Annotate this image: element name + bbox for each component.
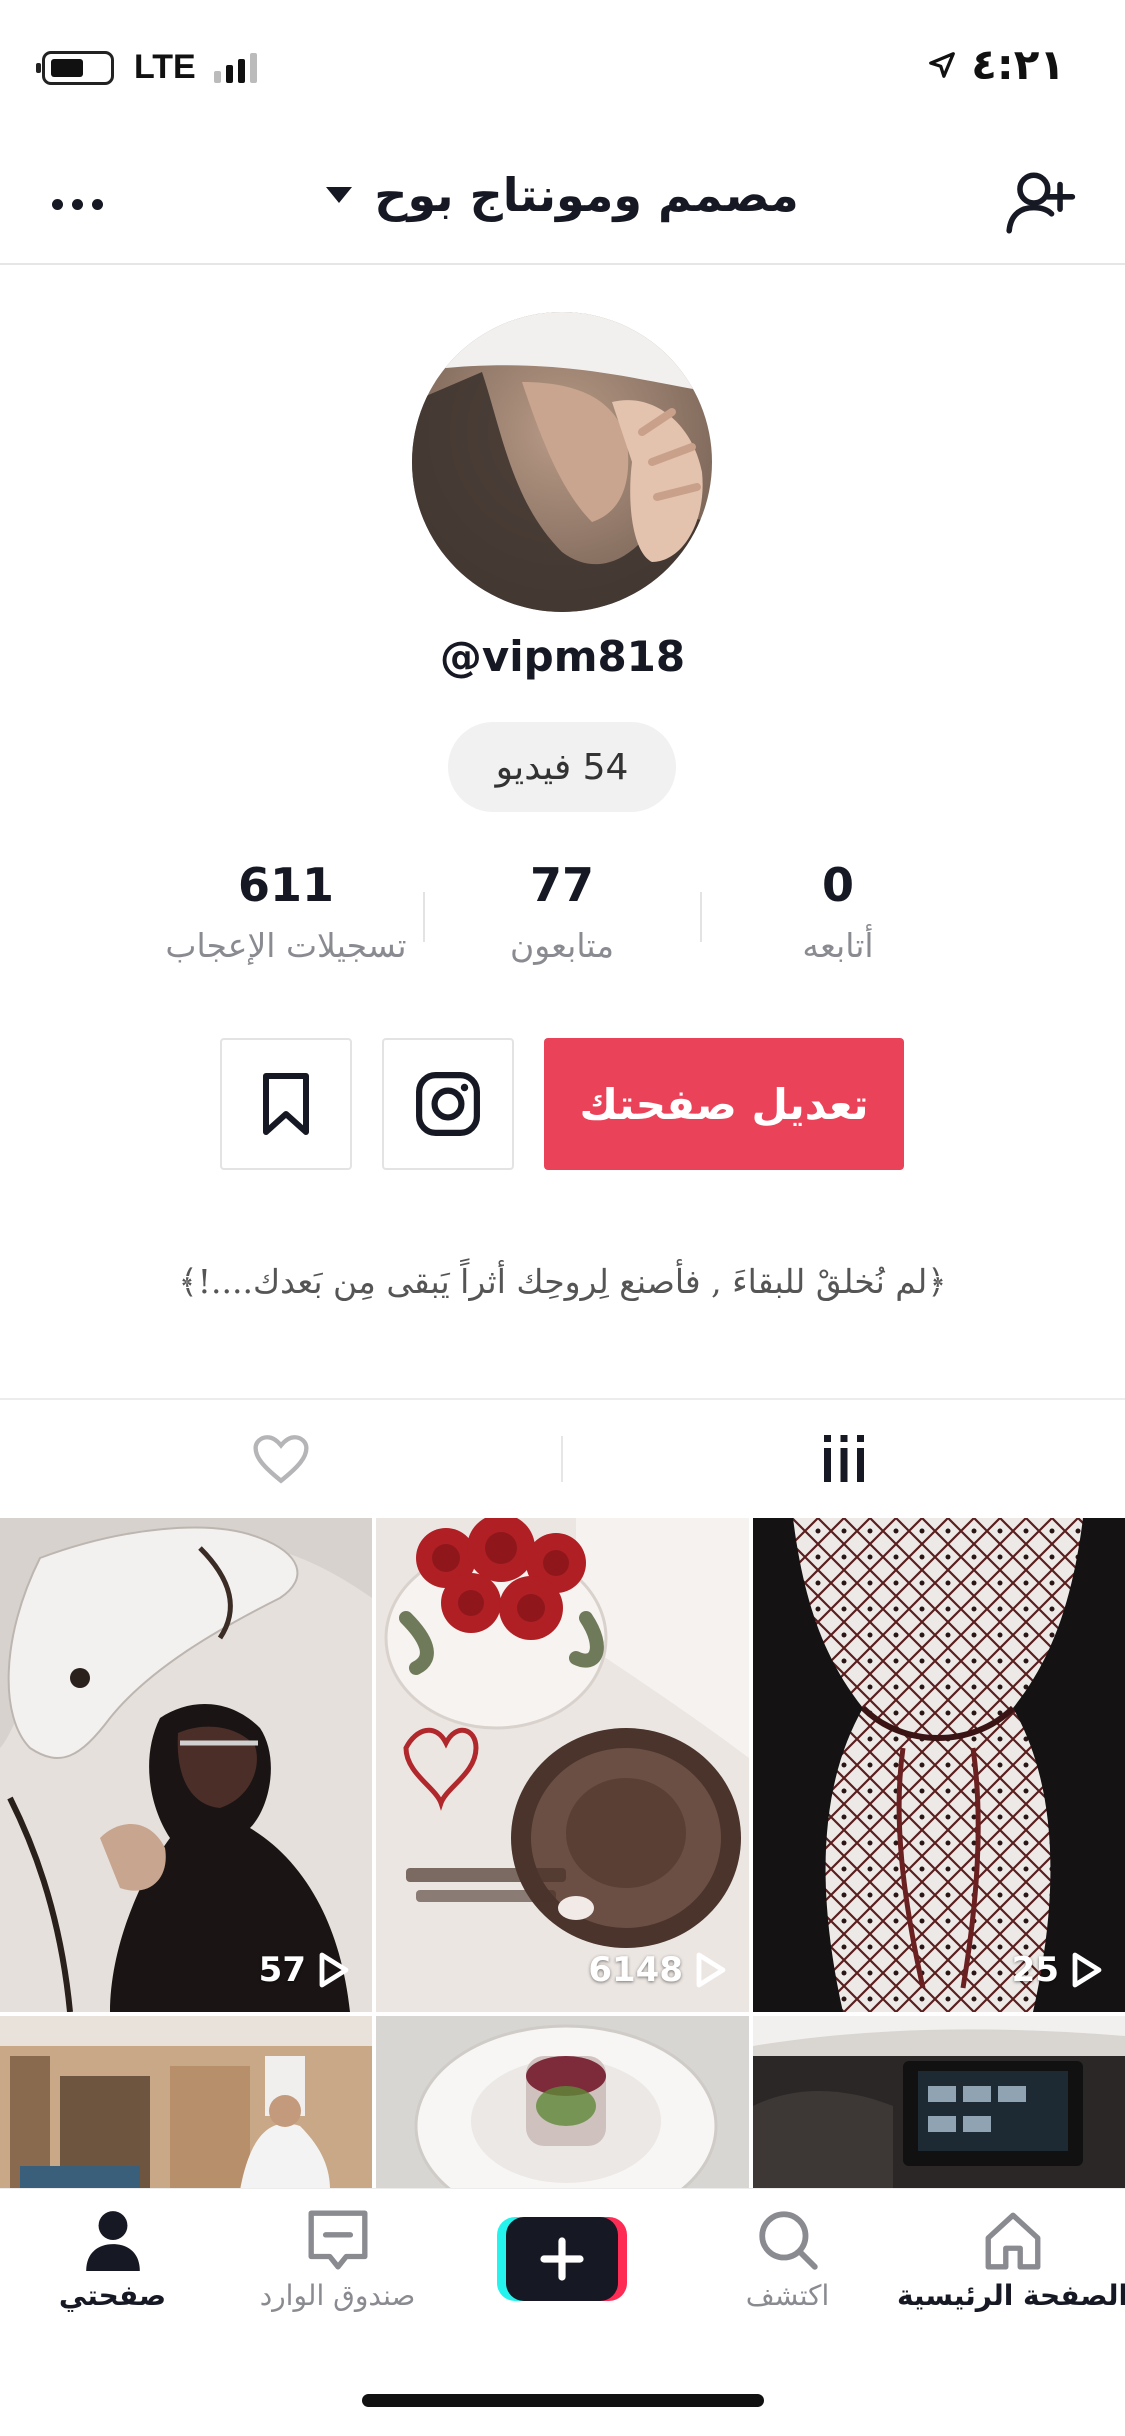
video-thumbnail[interactable]	[753, 2016, 1125, 2190]
plus-icon	[540, 2237, 584, 2281]
heart-outline-icon	[253, 1435, 309, 1484]
home-icon	[985, 2212, 1040, 2270]
status-right: ٤:٢١	[927, 40, 1065, 89]
video-grid: 57 6148 25	[0, 1518, 1125, 2190]
create-video-button[interactable]	[497, 2217, 627, 2301]
stat-following-value: 0	[821, 858, 854, 912]
view-count: 25	[1011, 1950, 1059, 1990]
favorites-button[interactable]	[220, 1038, 352, 1170]
bookmark-icon	[263, 1073, 309, 1135]
nav-home-label: الصفحة الرئيسية	[896, 2279, 1125, 2312]
person-icon	[85, 2211, 140, 2271]
view-count: 6148	[588, 1950, 683, 1990]
stat-following[interactable]: 0 أتابعه	[688, 858, 988, 965]
play-count: 25	[1012, 1950, 1103, 1990]
video-thumbnail[interactable]: 25	[753, 1518, 1125, 2012]
play-count: 6148	[588, 1950, 727, 1990]
location-arrow-icon	[929, 51, 956, 78]
play-icon	[319, 1952, 349, 1988]
view-count: 57	[258, 1950, 306, 1990]
nav-home[interactable]: الصفحة الرئيسية	[896, 2207, 1125, 2312]
instagram-icon	[416, 1072, 480, 1136]
username: @vipm818	[439, 632, 686, 681]
network-type: LTE	[134, 48, 196, 86]
home-indicator[interactable]	[362, 2394, 764, 2407]
caret-down-icon	[326, 187, 353, 203]
grid-columns-icon	[824, 1435, 864, 1482]
play-count: 57	[259, 1950, 350, 1990]
clock: ٤:٢١	[971, 40, 1065, 89]
stat-likes-value: 611	[237, 858, 335, 912]
stat-likes[interactable]: 611 تسجيلات الإعجاب	[136, 858, 436, 965]
battery-icon	[36, 50, 114, 85]
video-thumbnail[interactable]: 6148	[376, 1518, 749, 2012]
stat-followers-value: 77	[529, 858, 594, 912]
profile-tabs	[0, 1398, 1125, 1518]
tab-videos[interactable]	[563, 1400, 1125, 1518]
status-bar: LTE ٤:٢١	[0, 0, 1125, 140]
edit-profile-button[interactable]: تعديل صفحتك	[544, 1038, 904, 1170]
play-icon	[1072, 1952, 1102, 1988]
tab-liked[interactable]	[0, 1400, 562, 1518]
account-switcher[interactable]: مصمم ومونتاج بوح	[0, 168, 1125, 222]
video-thumbnail[interactable]: 57	[0, 1518, 372, 2012]
page-title: مصمم ومونتاج بوح	[374, 168, 799, 222]
profile-actions: تعديل صفحتك	[0, 1038, 1125, 1170]
play-icon	[696, 1952, 726, 1988]
signal-icon	[213, 52, 257, 83]
stat-following-label: أتابعه	[802, 926, 874, 965]
video-thumbnail[interactable]	[376, 2016, 749, 2190]
inbox-icon	[308, 2210, 367, 2270]
nav-inbox[interactable]: صندوق الوارد	[225, 2207, 450, 2312]
avatar[interactable]	[412, 312, 712, 612]
profile-stats: 611 تسجيلات الإعجاب 77 متابعون 0 أتابعه	[0, 858, 1125, 978]
instagram-button[interactable]	[382, 1038, 514, 1170]
bio-text: ﴿لم نُخلقْ للبقاءَ , فأصنع لِروحِك أثراً…	[178, 1262, 947, 1301]
search-icon	[758, 2211, 818, 2270]
nav-inbox-label: صندوق الوارد	[259, 2279, 416, 2312]
nav-profile[interactable]: صفحتي	[0, 2207, 225, 2312]
nav-profile-label: صفحتي	[58, 2279, 167, 2312]
add-friend-icon[interactable]	[1003, 166, 1077, 240]
profile-header: مصمم ومونتاج بوح	[0, 140, 1125, 265]
status-left: LTE	[36, 48, 257, 87]
stat-followers-label: متابعون	[509, 926, 615, 965]
stat-followers[interactable]: 77 متابعون	[412, 858, 712, 965]
video-count-badge[interactable]: 54 فيديو	[448, 722, 676, 812]
stat-likes-label: تسجيلات الإعجاب	[165, 926, 407, 965]
nav-discover[interactable]: اكتشف	[675, 2207, 900, 2312]
nav-discover-label: اكتشف	[745, 2279, 830, 2312]
video-thumbnail[interactable]	[0, 2016, 372, 2190]
